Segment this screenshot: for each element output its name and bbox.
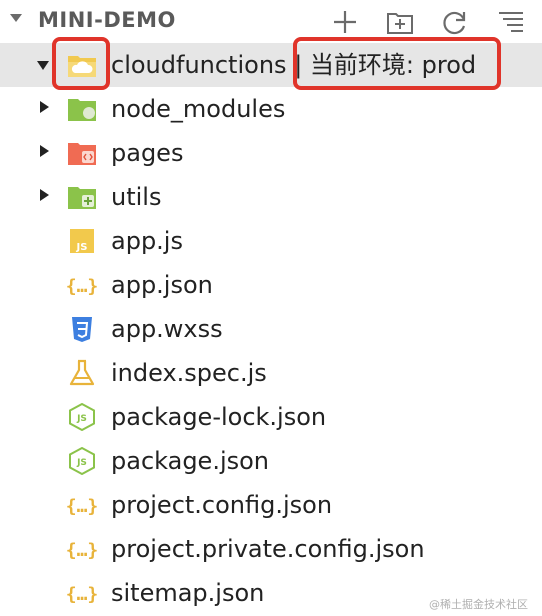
highlight-box-icon bbox=[52, 37, 110, 90]
tree-row-app-js[interactable]: JS app.js bbox=[0, 219, 542, 263]
folder-name: node_modules bbox=[111, 95, 286, 123]
plus-icon bbox=[334, 11, 356, 33]
svg-text:{…}: {…} bbox=[67, 496, 97, 517]
file-name: app.wxss bbox=[111, 315, 223, 343]
expand-chevron-icon[interactable] bbox=[40, 145, 49, 157]
folder-name: utils bbox=[111, 183, 162, 211]
new-folder-button[interactable] bbox=[385, 7, 415, 37]
folder-name: cloudfunctions bbox=[111, 51, 287, 79]
collapse-all-button[interactable] bbox=[496, 7, 526, 37]
collapse-section-chevron-icon[interactable] bbox=[10, 14, 22, 22]
expand-chevron-icon[interactable] bbox=[40, 101, 49, 113]
refresh-icon bbox=[443, 11, 466, 35]
workspace-title: MINI-DEMO bbox=[38, 8, 176, 32]
utils-folder-icon bbox=[67, 183, 97, 211]
json-file-icon: {…} bbox=[67, 491, 97, 519]
tree-row-utils[interactable]: utils bbox=[0, 175, 542, 219]
new-file-button[interactable] bbox=[330, 7, 360, 37]
node-folder-icon bbox=[67, 95, 97, 123]
svg-text:JS: JS bbox=[76, 414, 87, 424]
refresh-button[interactable] bbox=[440, 7, 470, 37]
nodejs-file-icon: JS bbox=[67, 403, 97, 431]
collapse-all-icon bbox=[499, 12, 523, 32]
file-name: app.js bbox=[111, 227, 183, 255]
pages-folder-icon bbox=[67, 139, 97, 167]
tree-row-node-modules[interactable]: node_modules bbox=[0, 87, 542, 131]
tree-row-project-private-config-json[interactable]: {…} project.private.config.json bbox=[0, 527, 542, 571]
file-name: index.spec.js bbox=[111, 359, 267, 387]
file-name: package.json bbox=[111, 447, 270, 475]
svg-text:{…}: {…} bbox=[67, 540, 97, 561]
file-name: project.private.config.json bbox=[111, 535, 425, 563]
tree-row-app-json[interactable]: {…} app.json bbox=[0, 263, 542, 307]
javascript-file-icon: JS bbox=[67, 227, 97, 255]
tree-row-app-wxss[interactable]: app.wxss bbox=[0, 307, 542, 351]
file-name: app.json bbox=[111, 271, 213, 299]
test-flask-icon bbox=[67, 359, 97, 387]
expand-chevron-icon[interactable] bbox=[37, 61, 49, 70]
highlight-box-environment bbox=[293, 37, 501, 90]
svg-text:{…}: {…} bbox=[67, 584, 97, 605]
json-file-icon: {…} bbox=[67, 535, 97, 563]
tree-row-package-json[interactable]: JS package.json bbox=[0, 439, 542, 483]
tree-row-pages[interactable]: pages bbox=[0, 131, 542, 175]
json-file-icon: {…} bbox=[67, 271, 97, 299]
svg-text:JS: JS bbox=[76, 242, 88, 253]
watermark-text: @稀土掘金技术社区 bbox=[429, 598, 528, 611]
file-name: project.config.json bbox=[111, 491, 333, 519]
css-file-icon bbox=[67, 315, 97, 343]
file-name: package-lock.json bbox=[111, 403, 327, 431]
new-folder-icon bbox=[387, 13, 413, 34]
explorer-header: MINI-DEMO bbox=[0, 0, 542, 42]
folder-name: pages bbox=[111, 139, 184, 167]
tree-row-package-lock-json[interactable]: JS package-lock.json bbox=[0, 395, 542, 439]
nodejs-file-icon: JS bbox=[67, 447, 97, 475]
expand-chevron-icon[interactable] bbox=[40, 189, 49, 201]
svg-text:{…}: {…} bbox=[67, 276, 97, 297]
tree-row-project-config-json[interactable]: {…} project.config.json bbox=[0, 483, 542, 527]
json-file-icon: {…} bbox=[67, 579, 97, 607]
tree-row-index-spec-js[interactable]: index.spec.js bbox=[0, 351, 542, 395]
svg-text:JS: JS bbox=[76, 458, 87, 468]
file-name: sitemap.json bbox=[111, 579, 265, 607]
